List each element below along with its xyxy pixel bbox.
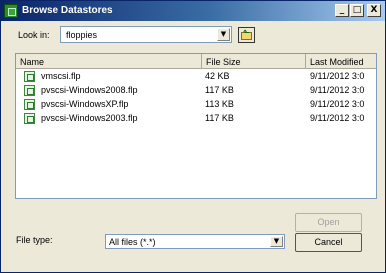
file-row[interactable]: pvscsi-WindowsXP.flp 113 KB 9/11/2012 3:… xyxy=(16,98,376,111)
file-modified: 9/11/2012 3:0 xyxy=(310,113,365,123)
file-size: 113 KB xyxy=(205,99,234,109)
file-size: 117 KB xyxy=(205,113,234,123)
vsphere-app-icon xyxy=(4,4,18,18)
file-row[interactable]: pvscsi-Windows2008.flp 117 KB 9/11/2012 … xyxy=(16,84,376,97)
file-modified: 9/11/2012 3:0 xyxy=(310,71,365,81)
file-type-value: All files (*.*) xyxy=(109,237,156,247)
column-header-size[interactable]: File Size xyxy=(202,54,306,69)
up-arrow-icon: ⬑ xyxy=(243,28,250,37)
floppy-file-icon xyxy=(24,71,35,82)
floppy-file-icon xyxy=(24,85,35,96)
chevron-down-icon[interactable]: ▼ xyxy=(217,28,230,41)
look-in-label: Look in: xyxy=(18,30,50,40)
look-in-value: floppies xyxy=(66,30,98,40)
file-type-dropdown[interactable]: All files (*.*) ▼ xyxy=(105,234,285,249)
file-name: pvscsi-Windows2003.flp xyxy=(41,113,138,123)
title-bar[interactable]: Browse Datastores _ □ X xyxy=(1,1,385,21)
floppy-file-icon xyxy=(24,113,35,124)
open-button[interactable]: Open xyxy=(295,213,362,232)
file-list-header: Name File Size Last Modified xyxy=(16,54,376,69)
floppy-file-icon xyxy=(24,99,35,110)
file-row[interactable]: pvscsi-Windows2003.flp 117 KB 9/11/2012 … xyxy=(16,112,376,125)
browse-datastores-dialog: Browse Datastores _ □ X Look in: floppie… xyxy=(0,0,386,273)
look-in-dropdown[interactable]: floppies ▼ xyxy=(60,26,232,43)
cancel-button[interactable]: Cancel xyxy=(295,233,362,252)
file-list[interactable]: Name File Size Last Modified vmscsi.flp … xyxy=(15,53,377,199)
file-modified: 9/11/2012 3:0 xyxy=(310,85,365,95)
window-title: Browse Datastores xyxy=(22,5,113,16)
up-one-level-button[interactable]: ⬑ xyxy=(238,27,255,43)
file-modified: 9/11/2012 3:0 xyxy=(310,99,365,109)
minimize-button[interactable]: _ xyxy=(335,4,349,17)
column-header-name[interactable]: Name xyxy=(16,54,202,69)
column-header-modified[interactable]: Last Modified xyxy=(306,54,376,69)
file-row[interactable]: vmscsi.flp 42 KB 9/11/2012 3:0 xyxy=(16,70,376,83)
file-type-label: File type: xyxy=(16,235,53,245)
close-button[interactable]: X xyxy=(367,4,381,17)
file-size: 42 KB xyxy=(205,71,230,81)
file-name: vmscsi.flp xyxy=(41,71,81,81)
maximize-button[interactable]: □ xyxy=(350,4,364,17)
file-name: pvscsi-Windows2008.flp xyxy=(41,85,138,95)
file-size: 117 KB xyxy=(205,85,234,95)
chevron-down-icon[interactable]: ▼ xyxy=(270,236,283,247)
file-name: pvscsi-WindowsXP.flp xyxy=(41,99,129,109)
